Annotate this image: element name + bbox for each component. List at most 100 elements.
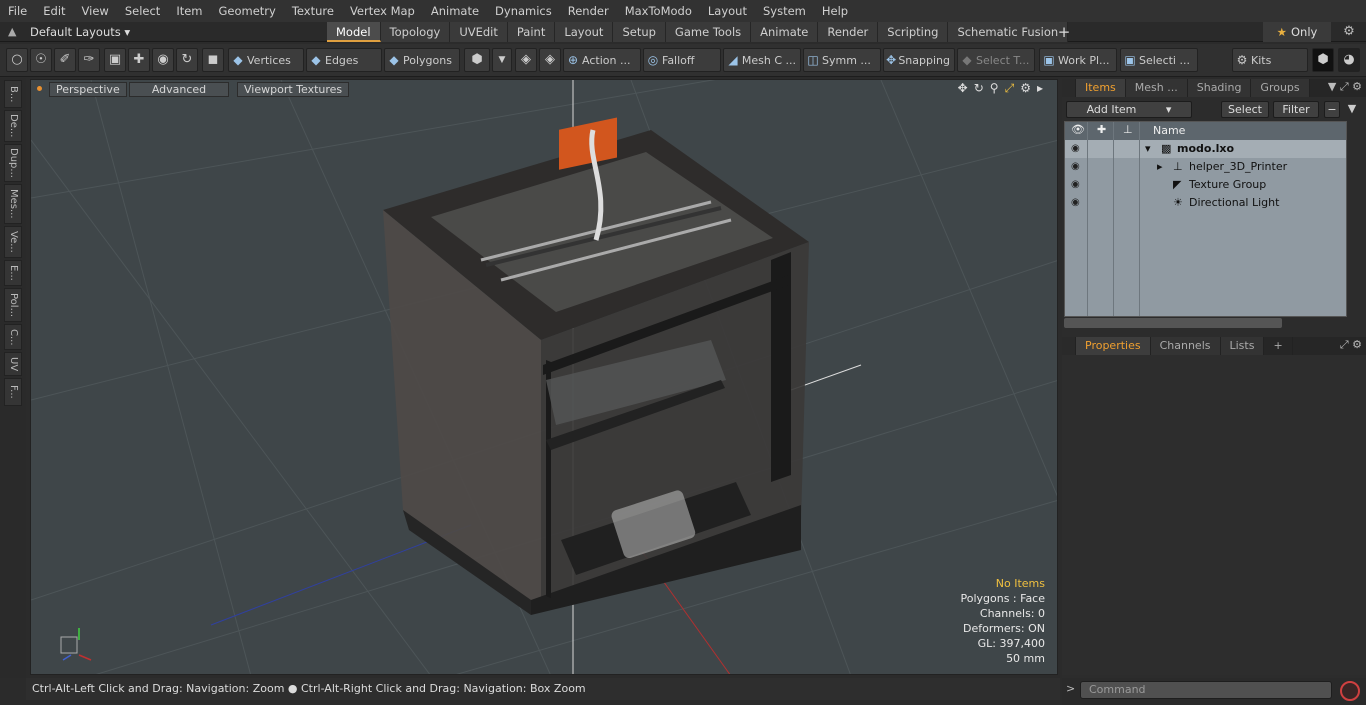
menu-edit[interactable]: Edit [35,0,73,22]
filter-button[interactable]: Filter [1273,101,1319,118]
tab-paint[interactable]: Paint [507,22,556,42]
chevron-down-icon[interactable]: ▼ [492,48,512,72]
menu-layout[interactable]: Layout [700,0,755,22]
select-button[interactable]: Select [1221,101,1269,118]
selection-sets-button[interactable]: ▣ Selecti ... [1120,48,1198,72]
symmetry-x-icon[interactable]: ◈ [515,48,537,72]
menu-render[interactable]: Render [560,0,617,22]
add-item-button[interactable]: Add Item ▾ [1066,101,1192,118]
menu-vertex-map[interactable]: Vertex Map [342,0,423,22]
menu-dynamics[interactable]: Dynamics [487,0,560,22]
layout-selector[interactable]: Default Layouts ▾ [30,22,130,42]
tab-polygon[interactable]: Pol... [4,288,22,322]
tab-lists[interactable]: Lists [1220,337,1265,355]
action-center-button[interactable]: ⊕ Action ... [563,48,641,72]
eye-icon[interactable]: ◉ [1071,176,1080,194]
expand-arrow-icon[interactable]: ▸ [1157,158,1163,176]
tab-topology[interactable]: Topology [380,22,451,42]
menu-select[interactable]: Select [117,0,168,22]
tab-animate[interactable]: Animate [751,22,819,42]
falloff-mode-icon[interactable]: ◉ [152,48,174,72]
menu-item[interactable]: Item [168,0,210,22]
tab-items[interactable]: Items [1076,79,1126,97]
rotate-mode-icon[interactable]: ↻ [176,48,198,72]
menu-texture[interactable]: Texture [284,0,342,22]
zoom-icon[interactable]: ⚲ [990,81,999,96]
unreal-icon[interactable]: ◕ [1338,48,1360,72]
filter-icon[interactable]: ▼ [1344,101,1360,118]
unity-icon[interactable]: ⬢ [1312,48,1334,72]
snapping-button[interactable]: ✥ Snapping [883,48,955,72]
only-toggle[interactable]: ★ Only [1263,22,1331,42]
symmetry-y-icon[interactable]: ◈ [539,48,561,72]
tab-mesh-ops[interactable]: Mesh ... [1125,79,1188,97]
tab-render[interactable]: Render [818,22,879,42]
tab-setup[interactable]: Setup [613,22,666,42]
gear-icon[interactable]: ⚙ [1338,22,1360,42]
printer-model[interactable] [383,117,809,615]
tab-schematic-fusion[interactable]: Schematic Fusion [948,22,1069,42]
panel-options-icons[interactable]: ▼ ⤢ ⚙ [1328,80,1362,94]
select-through-button[interactable]: ◆ Select T... [957,48,1035,72]
tab-edge[interactable]: E... [4,260,22,286]
menu-view[interactable]: View [74,0,117,22]
tree-row-modo-lxo[interactable]: ◉ ▾ ▩ modo.lxo [1065,140,1346,158]
collapse-arrow-icon[interactable]: ▲ [8,25,16,38]
tree-row-helper-3d-printer[interactable]: ◉ ▸ ⊥ helper_3D_Printer [1065,158,1346,176]
tree-row-directional-light[interactable]: ◉ ☀ Directional Light [1065,194,1346,212]
materials-icon[interactable]: ⬢ [464,48,490,72]
tab-groups[interactable]: Groups [1251,79,1310,97]
panel-handle[interactable] [1062,79,1076,97]
expand-arrow-icon[interactable]: ▾ [1145,140,1151,158]
chevron-right-icon[interactable]: ▸ [1037,81,1043,96]
pen-icon[interactable]: ✐ [54,48,76,72]
work-plane-button[interactable]: ▣ Work Pl... [1039,48,1117,72]
eye-icon[interactable]: ◉ [1071,140,1080,158]
tab-duplicate[interactable]: Dup... [4,144,22,182]
tab-vertex[interactable]: Ve... [4,226,22,258]
tab-deform[interactable]: De... [4,110,22,142]
perspective-dropdown[interactable]: Perspective [49,82,127,97]
tab-fusion[interactable]: F... [4,378,22,406]
globe-icon[interactable]: ☉ [30,48,52,72]
tab-mesh-edit[interactable]: Mes... [4,184,22,224]
brush-icon[interactable]: ✑ [78,48,100,72]
tab-uvedit[interactable]: UVEdit [450,22,508,42]
tab-game-tools[interactable]: Game Tools [665,22,752,42]
tab-model[interactable]: Model [327,22,381,42]
add-tab-button[interactable]: + [1056,22,1072,42]
tab-scripting[interactable]: Scripting [878,22,949,42]
tab-curve[interactable]: C... [4,324,22,350]
edges-button[interactable]: ◆ Edges [306,48,382,72]
tab-layout[interactable]: Layout [555,22,614,42]
visibility-column-icon[interactable]: 👁 [1071,123,1085,136]
record-macro-icon[interactable] [1340,681,1360,701]
tab-shading[interactable]: Shading [1187,79,1252,97]
item-mode-icon[interactable]: ◼ [202,48,224,72]
add-panel-tab-button[interactable]: + [1264,337,1293,355]
polygons-button[interactable]: ◆ Polygons [384,48,460,72]
viewport-gear-icon[interactable]: ⚙ [1020,81,1031,96]
command-input[interactable]: Command [1080,681,1332,699]
menu-help[interactable]: Help [814,0,856,22]
tab-properties[interactable]: Properties [1076,337,1151,355]
viewport-textures-dropdown[interactable]: Viewport Textures [237,82,350,97]
eye-icon[interactable]: ◉ [1071,194,1080,212]
tab-uv[interactable]: UV [4,352,22,376]
menu-file[interactable]: File [0,0,35,22]
collapse-icon[interactable]: − [1324,101,1340,118]
tree-scrollbar[interactable] [1064,318,1282,328]
vertices-button[interactable]: ◆ Vertices [228,48,304,72]
center-icon[interactable]: ✚ [128,48,150,72]
menu-animate[interactable]: Animate [423,0,487,22]
type-column-icon[interactable]: ⊥ [1123,123,1133,136]
panel-handle[interactable] [1062,337,1076,355]
tab-basic[interactable]: B... [4,80,22,108]
menu-system[interactable]: System [755,0,814,22]
tab-channels[interactable]: Channels [1150,337,1221,355]
menu-maxtomodo[interactable]: MaxToModo [617,0,700,22]
pivot-icon[interactable]: ▣ [104,48,126,72]
circle-select-icon[interactable]: ○ [6,48,28,72]
mesh-constraint-button[interactable]: ◢ Mesh C ... [723,48,801,72]
falloff-button[interactable]: ◎ Falloff [643,48,721,72]
